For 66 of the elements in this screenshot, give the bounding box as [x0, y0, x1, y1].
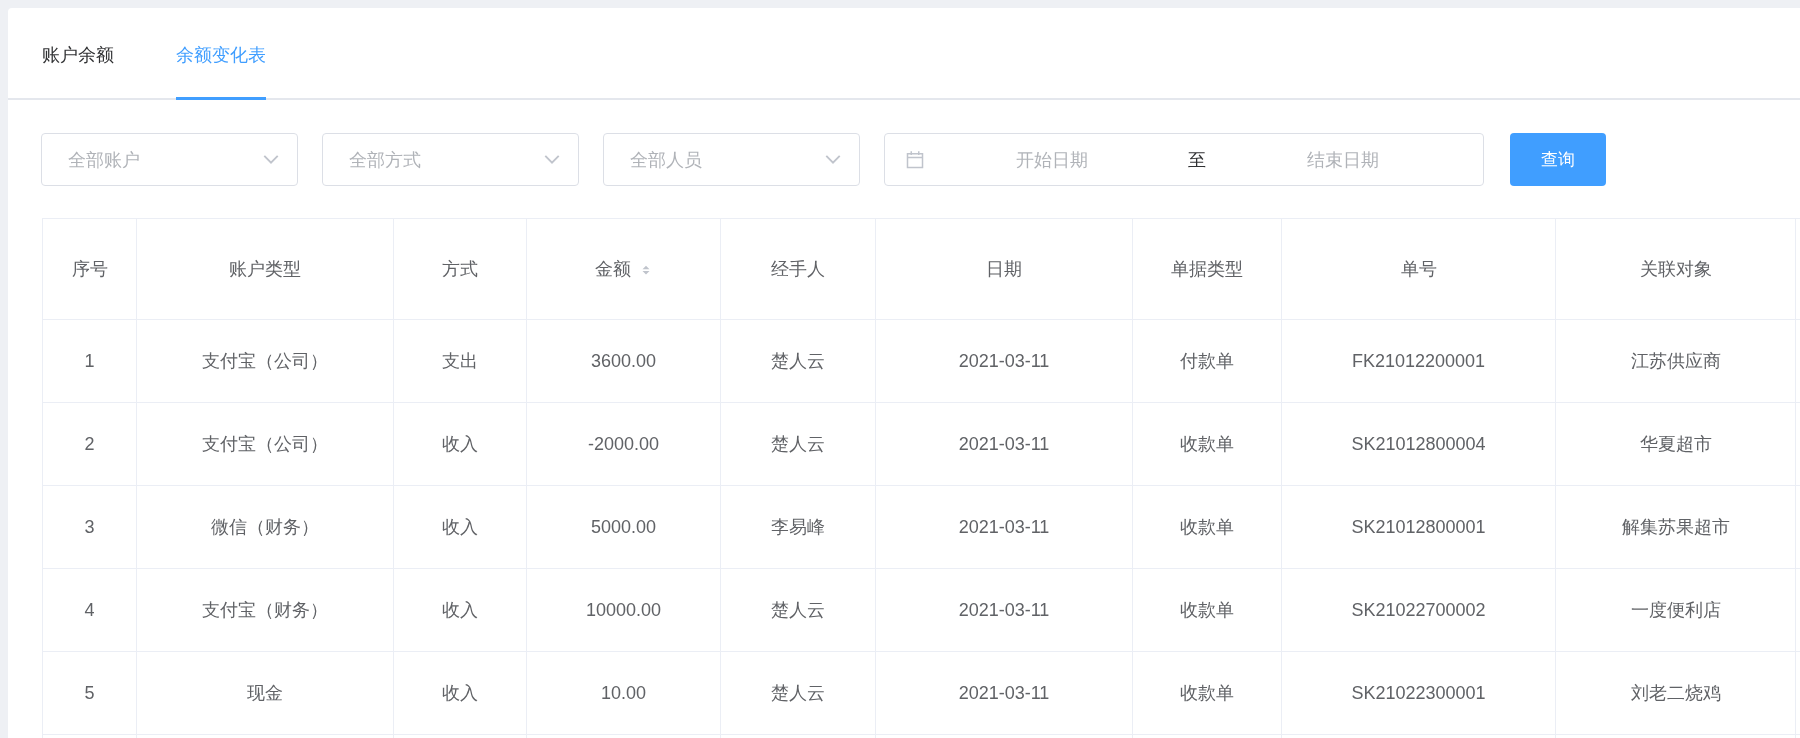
table-cell: 华夏超市 — [1555, 402, 1796, 486]
table-cell: 收款单 — [1132, 485, 1282, 569]
column-header: 账户类型 — [136, 218, 394, 320]
table-cell: 2021-03-11 — [875, 319, 1133, 403]
chevron-down-icon — [263, 155, 279, 164]
column-header: 方式 — [393, 218, 527, 320]
table-cell: 楚人云 — [720, 319, 876, 403]
table-cell: FK21012200001 — [1281, 319, 1556, 403]
query-button[interactable]: 查询 — [1510, 133, 1606, 186]
table-cell: 支付宝（公司） — [136, 402, 394, 486]
column-header: 日期 — [875, 218, 1133, 320]
table-cell: 收款单 — [1132, 568, 1282, 652]
range-separator: 至 — [1187, 148, 1207, 172]
table-cell: SK21012800004 — [1281, 402, 1556, 486]
table-cell: 现金 — [136, 651, 394, 735]
select-field[interactable]: 全部账户 — [41, 133, 298, 186]
table-cell: 微信（财务） — [136, 485, 394, 569]
chevron-down-icon — [544, 155, 560, 164]
table-cell: 1 — [42, 319, 137, 403]
date-range-field[interactable]: 开始日期 至 结束日期 — [884, 133, 1484, 186]
table-cell: 2021-03-11 — [875, 402, 1133, 486]
select-field[interactable]: 全部方式 — [322, 133, 579, 186]
column-header: 单据类型 — [1132, 218, 1282, 320]
table-cell: 3 — [42, 485, 137, 569]
table-cell: 收入 — [393, 485, 527, 569]
table-cell: 2021-03-11 — [875, 485, 1133, 569]
table-cell: 江苏供应商 — [1555, 319, 1796, 403]
table-cell: 楚人云 — [720, 568, 876, 652]
table-cell: 2 — [42, 402, 137, 486]
table-cell: 10000.00 — [526, 568, 721, 652]
table-cell: 收入 — [393, 651, 527, 735]
column-header: 关联对象 — [1555, 218, 1796, 320]
column-header: 经手人 — [720, 218, 876, 320]
table-cell: 支付宝（公司） — [136, 319, 394, 403]
table-cell: 支付宝（财务） — [136, 568, 394, 652]
table-cell: 支出 — [393, 319, 527, 403]
table-cell: 5 — [42, 651, 137, 735]
column-header: 序号 — [42, 218, 137, 320]
select-field[interactable]: 全部人员 — [603, 133, 860, 186]
table-cell: 收入 — [393, 402, 527, 486]
table-cell: 3600.00 — [526, 319, 721, 403]
table-cell: 收款单 — [1132, 402, 1282, 486]
column-header[interactable]: 金额 — [526, 218, 721, 320]
table-cell: 2021-03-11 — [875, 651, 1133, 735]
table-cell: SK21022300001 — [1281, 651, 1556, 735]
table-cell: SK21012800001 — [1281, 485, 1556, 569]
chevron-down-icon — [825, 155, 841, 164]
table-cell: 付款单 — [1132, 319, 1282, 403]
table-cell: 10.00 — [526, 651, 721, 735]
calendar-icon — [905, 149, 925, 170]
tab[interactable]: 余额变化表 — [176, 8, 266, 100]
table-cell: 刘老二烧鸡 — [1555, 651, 1796, 735]
table-cell: 一度便利店 — [1555, 568, 1796, 652]
table-cell: 收款单 — [1132, 651, 1282, 735]
column-header: 单号 — [1281, 218, 1556, 320]
table-cell: 楚人云 — [720, 651, 876, 735]
table-cell: 4 — [42, 568, 137, 652]
table-cell: 5000.00 — [526, 485, 721, 569]
table-cell: 李易峰 — [720, 485, 876, 569]
table-cell: 楚人云 — [720, 402, 876, 486]
table-cell: 收入 — [393, 568, 527, 652]
table-cell: 2021-03-11 — [875, 568, 1133, 652]
tab[interactable]: 账户余额 — [42, 8, 114, 100]
table-cell: 解集苏果超市 — [1555, 485, 1796, 569]
table-cell: -2000.00 — [526, 402, 721, 486]
table-cell: SK21022700002 — [1281, 568, 1556, 652]
